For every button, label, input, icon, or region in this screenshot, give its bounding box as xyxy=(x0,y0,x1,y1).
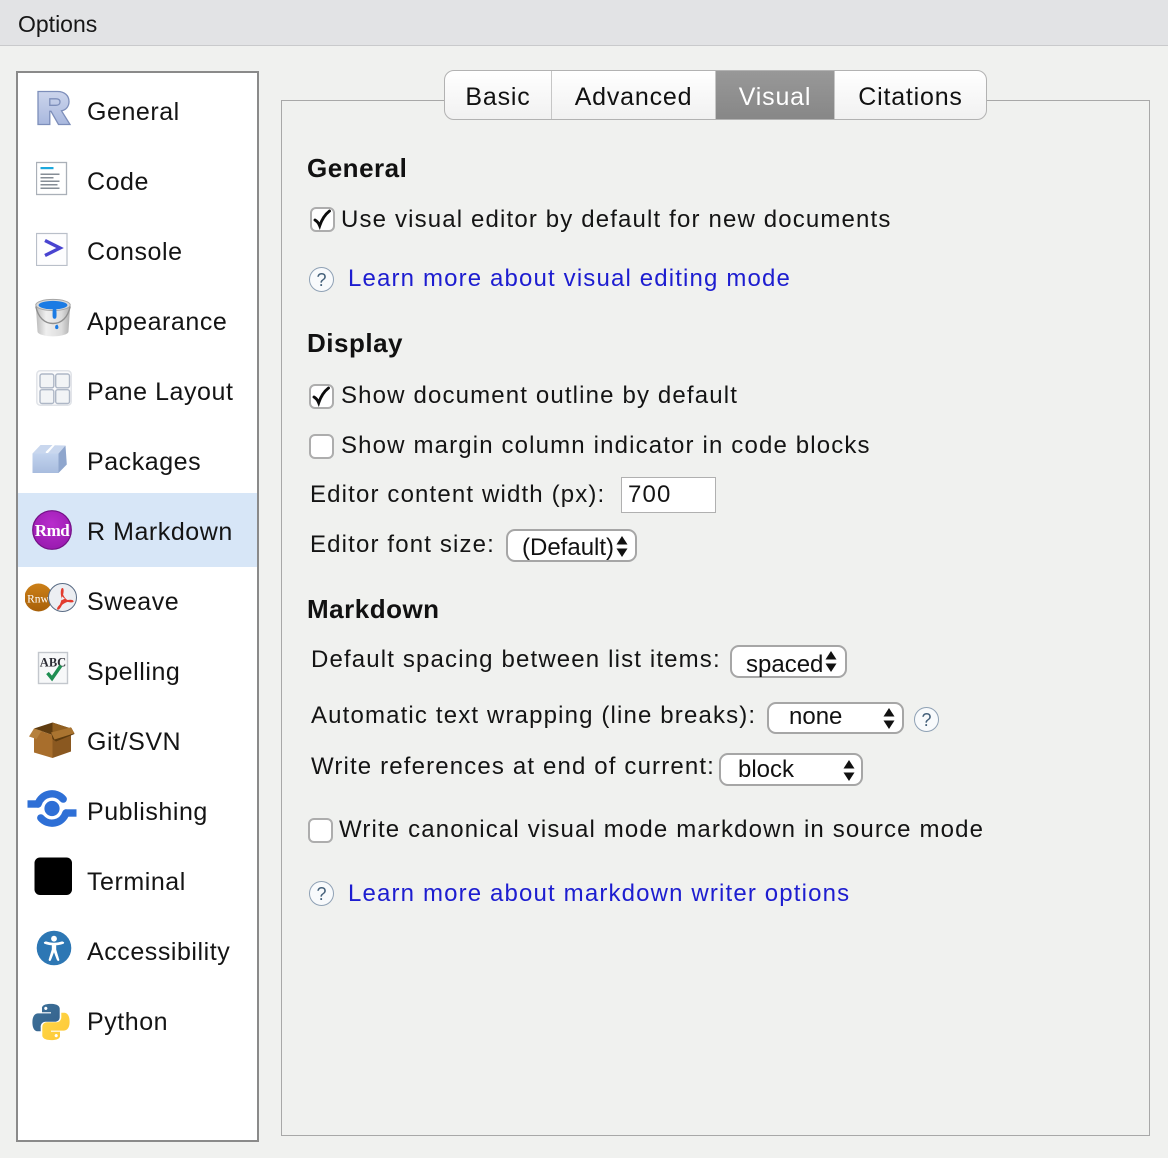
svg-text:ABC: ABC xyxy=(40,656,66,670)
svg-text:Rnw: Rnw xyxy=(27,594,49,606)
svg-text:Rmd: Rmd xyxy=(35,521,70,540)
